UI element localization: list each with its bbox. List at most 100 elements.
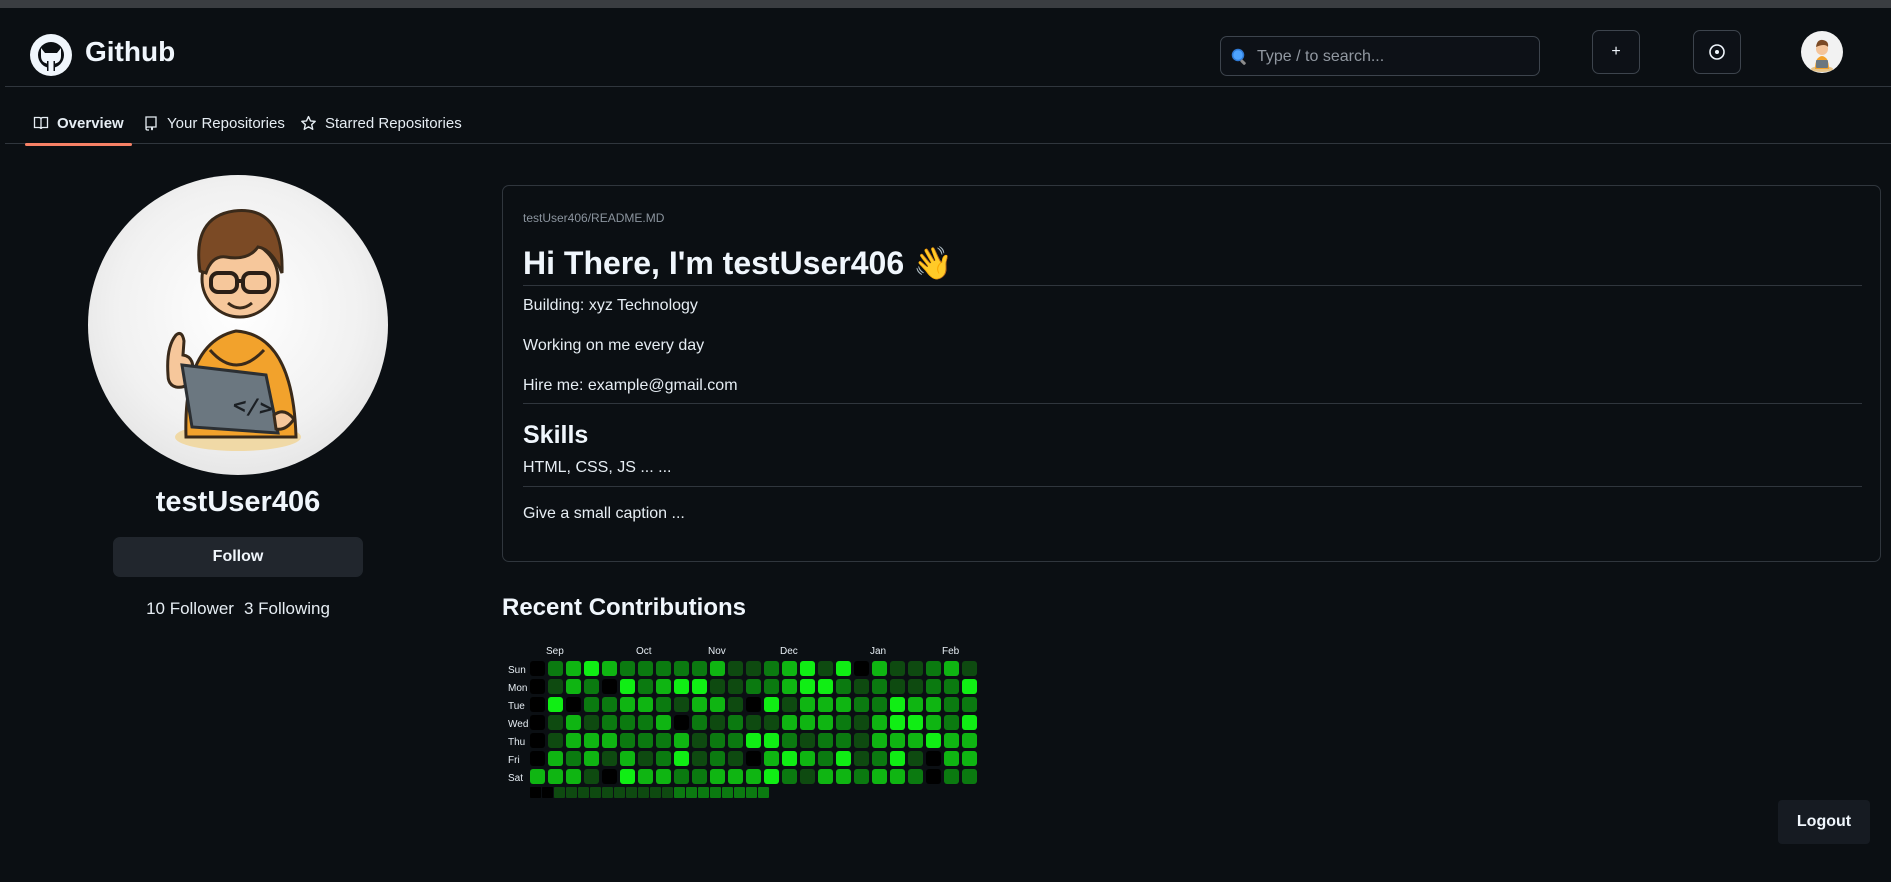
contribution-cell[interactable] — [620, 679, 635, 694]
contribution-cell[interactable] — [584, 751, 599, 766]
contribution-cell[interactable] — [656, 733, 671, 748]
contribution-cell[interactable] — [836, 751, 851, 766]
contribution-cell[interactable] — [890, 733, 905, 748]
contribution-cell[interactable] — [944, 733, 959, 748]
contribution-cell[interactable] — [782, 715, 797, 730]
contribution-cell[interactable] — [926, 679, 941, 694]
follow-button[interactable]: Follow — [113, 537, 363, 577]
contribution-cell[interactable] — [908, 697, 923, 712]
contribution-cell[interactable] — [548, 715, 563, 730]
contribution-cell[interactable] — [764, 769, 779, 784]
contribution-cell[interactable] — [926, 661, 941, 676]
contribution-cell[interactable] — [674, 733, 689, 748]
contribution-cell[interactable] — [908, 661, 923, 676]
followers-count[interactable]: 10 Follower — [146, 599, 234, 618]
contribution-cell[interactable] — [602, 751, 617, 766]
contribution-cell[interactable] — [962, 769, 977, 784]
contribution-cell[interactable] — [542, 787, 553, 798]
contribution-cell[interactable] — [782, 769, 797, 784]
contribution-cell[interactable] — [854, 751, 869, 766]
contribution-cell[interactable] — [890, 715, 905, 730]
contribution-cell[interactable] — [758, 787, 769, 798]
contribution-cell[interactable] — [602, 733, 617, 748]
contribution-cell[interactable] — [746, 697, 761, 712]
contribution-cell[interactable] — [566, 733, 581, 748]
contribution-cell[interactable] — [872, 733, 887, 748]
contribution-cell[interactable] — [782, 679, 797, 694]
contribution-cell[interactable] — [548, 733, 563, 748]
contribution-cell[interactable] — [530, 769, 545, 784]
following-count[interactable]: 3 Following — [244, 599, 330, 618]
contribution-cell[interactable] — [602, 661, 617, 676]
contribution-cell[interactable] — [944, 751, 959, 766]
contribution-cell[interactable] — [764, 697, 779, 712]
search-box[interactable] — [1220, 36, 1540, 76]
contribution-cell[interactable] — [584, 661, 599, 676]
contribution-cell[interactable] — [782, 733, 797, 748]
contribution-cell[interactable] — [656, 769, 671, 784]
contribution-cell[interactable] — [800, 715, 815, 730]
contribution-cell[interactable] — [746, 661, 761, 676]
contribution-cell[interactable] — [620, 769, 635, 784]
contribution-cell[interactable] — [584, 733, 599, 748]
contribution-cell[interactable] — [764, 751, 779, 766]
contribution-cell[interactable] — [926, 733, 941, 748]
contribution-cell[interactable] — [674, 787, 685, 798]
contribution-cell[interactable] — [836, 769, 851, 784]
search-input[interactable] — [1257, 44, 1533, 70]
contribution-cell[interactable] — [818, 733, 833, 748]
contribution-cell[interactable] — [656, 715, 671, 730]
contribution-cell[interactable] — [530, 751, 545, 766]
contribution-cell[interactable] — [530, 661, 545, 676]
contribution-cell[interactable] — [926, 697, 941, 712]
contribution-cell[interactable] — [548, 697, 563, 712]
contribution-cell[interactable] — [818, 679, 833, 694]
contribution-cell[interactable] — [962, 661, 977, 676]
contribution-cell[interactable] — [764, 661, 779, 676]
contribution-cell[interactable] — [872, 715, 887, 730]
github-logo-icon[interactable] — [30, 34, 72, 76]
contribution-cell[interactable] — [800, 679, 815, 694]
contribution-cell[interactable] — [566, 715, 581, 730]
tab-your-repositories[interactable]: Your Repositories — [135, 102, 293, 144]
contribution-cell[interactable] — [692, 715, 707, 730]
contribution-cell[interactable] — [800, 769, 815, 784]
contribution-cell[interactable] — [746, 787, 757, 798]
contribution-cell[interactable] — [836, 715, 851, 730]
contribution-cell[interactable] — [710, 751, 725, 766]
contribution-cell[interactable] — [692, 661, 707, 676]
contribution-cell[interactable] — [944, 679, 959, 694]
contribution-cell[interactable] — [566, 787, 577, 798]
contribution-cell[interactable] — [890, 769, 905, 784]
contribution-cell[interactable] — [638, 679, 653, 694]
contribution-cell[interactable] — [908, 751, 923, 766]
contribution-cell[interactable] — [818, 769, 833, 784]
contribution-cell[interactable] — [602, 679, 617, 694]
contribution-cell[interactable] — [728, 697, 743, 712]
contribution-cell[interactable] — [710, 769, 725, 784]
contribution-cell[interactable] — [614, 787, 625, 798]
contribution-cell[interactable] — [890, 679, 905, 694]
contribution-cell[interactable] — [962, 715, 977, 730]
contribution-cell[interactable] — [872, 697, 887, 712]
contribution-cell[interactable] — [566, 679, 581, 694]
contribution-cell[interactable] — [638, 661, 653, 676]
contribution-cell[interactable] — [656, 679, 671, 694]
contribution-cell[interactable] — [818, 661, 833, 676]
contribution-cell[interactable] — [548, 751, 563, 766]
issues-button[interactable] — [1693, 30, 1741, 74]
contribution-cell[interactable] — [548, 769, 563, 784]
contribution-cell[interactable] — [908, 769, 923, 784]
contribution-cell[interactable] — [674, 769, 689, 784]
contribution-cell[interactable] — [710, 733, 725, 748]
contribution-cell[interactable] — [710, 679, 725, 694]
contribution-cell[interactable] — [626, 787, 637, 798]
contribution-cell[interactable] — [908, 715, 923, 730]
contribution-cell[interactable] — [674, 661, 689, 676]
contribution-cell[interactable] — [710, 715, 725, 730]
contribution-cell[interactable] — [890, 661, 905, 676]
contribution-cell[interactable] — [692, 769, 707, 784]
contribution-cell[interactable] — [638, 769, 653, 784]
tab-starred-repositories[interactable]: Starred Repositories — [292, 102, 470, 144]
contribution-cell[interactable] — [566, 661, 581, 676]
